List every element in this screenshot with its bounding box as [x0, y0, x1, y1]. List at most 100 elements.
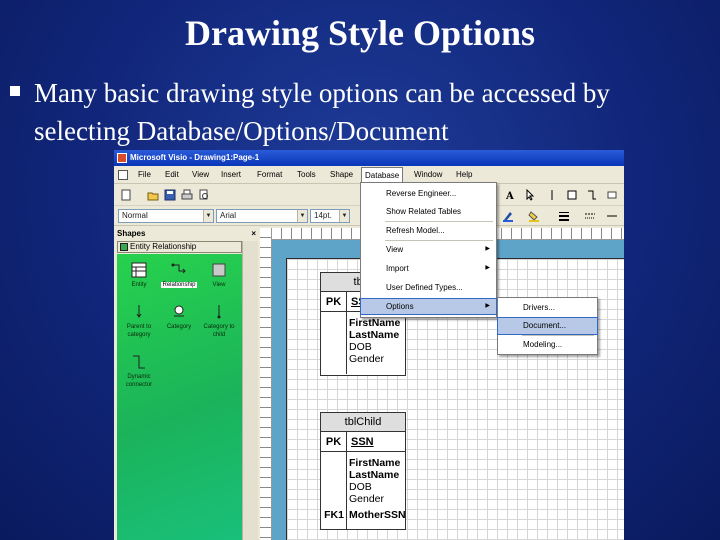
- menu-tools[interactable]: Tools: [297, 170, 316, 179]
- close-icon[interactable]: ×: [251, 228, 256, 240]
- menu-insert[interactable]: Insert: [221, 170, 241, 179]
- rectangle-tool-icon[interactable]: [566, 189, 578, 201]
- pk-label: PK: [321, 292, 347, 311]
- menu-item-document[interactable]: Document...: [497, 317, 598, 335]
- field-mother-ssn: MotherSSN: [349, 509, 406, 521]
- menu-separator: [385, 240, 493, 241]
- field-gender: Gender: [349, 353, 385, 365]
- view-shape-icon: [212, 263, 226, 277]
- field-lastname: LastName: [349, 329, 400, 341]
- er-table-child[interactable]: tblChild PK SSN FirstName LastName DOB G…: [320, 412, 406, 530]
- new-icon[interactable]: [120, 189, 132, 201]
- shapes-pane-scrollbar[interactable]: [242, 241, 258, 540]
- font-combo-value: Arial: [220, 211, 237, 220]
- connector-tool-icon[interactable]: [586, 189, 598, 201]
- category-shape-icon: [174, 305, 184, 317]
- field-firstname: FirstName: [349, 317, 401, 329]
- shape-category-to-child[interactable]: Category to child: [199, 304, 239, 339]
- font-combo[interactable]: Arial ▼: [216, 209, 308, 223]
- parent-to-category-icon: [136, 305, 142, 318]
- pk-row: PK SSN: [321, 432, 405, 452]
- line-ends-icon[interactable]: [606, 210, 618, 222]
- print-preview-icon[interactable]: [198, 189, 210, 201]
- table-body: FirstName LastName DOB Gender FK1 Mother…: [321, 452, 406, 529]
- shape-parent-to-category[interactable]: Parent to category: [119, 304, 159, 339]
- window-title-bar: Microsoft Visio - Drawing1:Page-1: [114, 150, 624, 166]
- menu-item-refresh-model[interactable]: Refresh Model...: [361, 223, 496, 238]
- menu-item-label: Options: [386, 302, 414, 311]
- style-combo[interactable]: Normal ▼: [118, 209, 214, 223]
- font-size-combo[interactable]: 14pt. ▼: [310, 209, 350, 223]
- stencil-icon: [120, 243, 128, 251]
- pk-field: SSN: [351, 436, 374, 448]
- menu-item-label: Modeling...: [523, 340, 563, 349]
- menu-item-label: Drivers...: [523, 303, 555, 312]
- visio-screenshot: Microsoft Visio - Drawing1:Page-1 File E…: [114, 150, 624, 540]
- shape-dynamic-connector[interactable]: Dynamic connector: [119, 354, 159, 389]
- menu-item-label: Show Related Tables: [386, 207, 462, 216]
- menu-database[interactable]: Database: [361, 167, 404, 183]
- submenu-arrow-icon: ▶: [485, 303, 490, 309]
- line-color-icon[interactable]: [502, 210, 514, 222]
- pointer-tool-icon[interactable]: [524, 189, 536, 201]
- line-weight-icon[interactable]: [558, 210, 570, 222]
- shapes-pane-header: Shapes ×: [114, 228, 260, 240]
- stamp-tool-icon[interactable]: [606, 189, 618, 201]
- open-icon[interactable]: [147, 189, 159, 201]
- menu-item-options[interactable]: Options ▶: [360, 298, 497, 315]
- chevron-down-icon[interactable]: ▼: [203, 210, 213, 222]
- line-tool-icon[interactable]: [546, 189, 558, 201]
- menu-item-user-defined-types[interactable]: User Defined Types...: [361, 280, 496, 295]
- menu-item-label: View: [386, 245, 404, 254]
- shape-entity[interactable]: Entity: [119, 262, 159, 289]
- shape-category[interactable]: Category: [159, 304, 199, 331]
- print-icon[interactable]: [181, 189, 193, 201]
- svg-text:A: A: [505, 191, 514, 201]
- menu-item-modeling[interactable]: Modeling...: [498, 337, 597, 353]
- shape-label: Entity: [131, 282, 147, 288]
- shapes-pane-title: Shapes: [117, 229, 146, 238]
- field-dob: DOB: [349, 341, 372, 353]
- shape-view[interactable]: View: [199, 262, 239, 289]
- shape-relationship[interactable]: Relationship: [159, 262, 199, 289]
- chevron-down-icon[interactable]: ▼: [339, 210, 349, 222]
- menu-help[interactable]: Help: [456, 170, 472, 179]
- window-title: Microsoft Visio - Drawing1:Page-1: [130, 153, 260, 162]
- menu-item-import[interactable]: Import ▶: [361, 261, 496, 276]
- submenu-arrow-icon: ▶: [485, 265, 490, 271]
- menu-item-label: Refresh Model...: [386, 226, 445, 235]
- pk-label: PK: [321, 432, 347, 451]
- menu-window[interactable]: Window: [414, 170, 442, 179]
- menu-item-reverse-engineer[interactable]: Reverse Engineer...: [361, 186, 496, 201]
- font-size-value: 14pt.: [314, 211, 332, 220]
- stencil-tab[interactable]: Entity Relationship: [117, 241, 242, 253]
- menu-item-drivers[interactable]: Drivers...: [498, 300, 597, 316]
- menu-separator: [522, 335, 594, 336]
- shape-label: Parent to category: [126, 324, 152, 338]
- table-body: FirstName LastName DOB Gender: [321, 312, 405, 374]
- menu-edit[interactable]: Edit: [165, 170, 179, 179]
- key-column: [321, 312, 347, 374]
- menu-view[interactable]: View: [192, 170, 209, 179]
- category-to-child-icon: [217, 305, 221, 319]
- fill-color-icon[interactable]: [528, 210, 540, 222]
- menu-item-view[interactable]: View ▶: [361, 242, 496, 257]
- menu-file[interactable]: File: [138, 170, 151, 179]
- chevron-down-icon[interactable]: ▼: [297, 210, 307, 222]
- line-pattern-icon[interactable]: [584, 210, 596, 222]
- text-tool-icon[interactable]: A: [504, 189, 516, 201]
- menu-item-label: Import: [386, 264, 409, 273]
- shape-label: Relationship: [161, 282, 197, 288]
- entity-shape-icon: [131, 262, 147, 278]
- menu-item-show-related-tables[interactable]: Show Related Tables: [361, 204, 496, 219]
- menu-format[interactable]: Format: [257, 170, 282, 179]
- stencil-name: Entity Relationship: [130, 242, 197, 251]
- shapes-pane: Entity Relationship View Parent to categ…: [117, 254, 242, 540]
- dynamic-connector-icon: [133, 355, 145, 369]
- vertical-ruler: [260, 228, 272, 540]
- document-icon[interactable]: [118, 170, 128, 180]
- menu-item-label: User Defined Types...: [386, 283, 463, 292]
- shape-label: Category: [166, 324, 192, 330]
- save-icon[interactable]: [164, 189, 176, 201]
- menu-shape[interactable]: Shape: [330, 170, 353, 179]
